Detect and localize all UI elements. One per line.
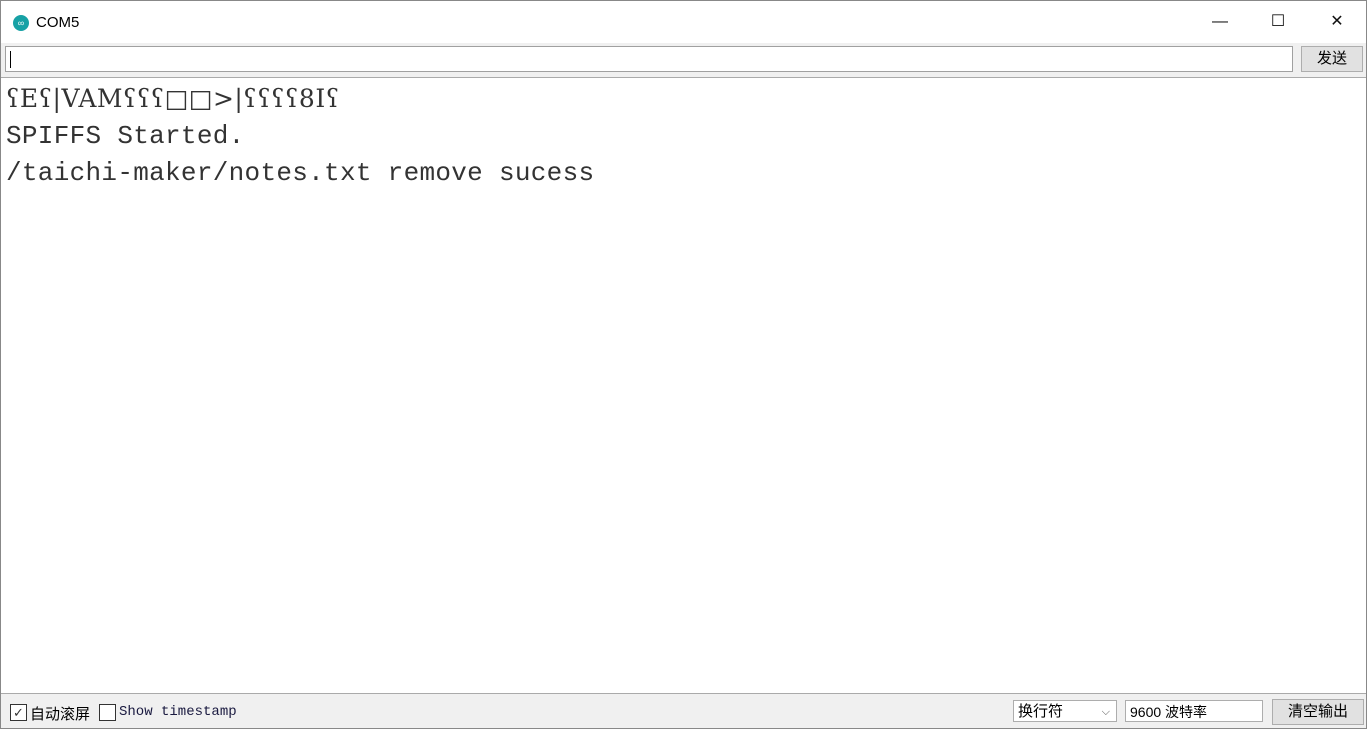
send-button[interactable]: 发送 xyxy=(1301,46,1363,72)
timestamp-label: Show timestamp xyxy=(119,704,237,720)
chevron-down-icon: ⌵ xyxy=(1101,706,1110,718)
serial-output[interactable]: ʕEʕ|VAMʕʕʕ□□>|ʕʕʕʕ8Iʕ SPIFFS Started. /t… xyxy=(1,77,1366,694)
title-bar: ∞ COM5 — ☐ ✕ xyxy=(1,1,1366,43)
timestamp-checkbox[interactable] xyxy=(99,704,116,721)
autoscroll-checkbox[interactable]: ✓ xyxy=(10,704,27,721)
serial-monitor-window: ∞ COM5 — ☐ ✕ 发送 ʕEʕ|VAMʕʕʕ□□>|ʕʕʕʕ8Iʕ SP… xyxy=(0,0,1367,729)
minimize-button[interactable]: — xyxy=(1197,5,1243,39)
baud-rate-select[interactable]: 9600 波特率 xyxy=(1125,700,1263,722)
clear-output-button[interactable]: 清空输出 xyxy=(1272,699,1364,725)
autoscroll-label: 自动滚屏 xyxy=(30,706,91,723)
line-ending-select[interactable]: 换行符 ⌵ xyxy=(1013,700,1117,722)
text-caret xyxy=(10,51,11,68)
close-button[interactable]: ✕ xyxy=(1314,5,1360,39)
line-ending-value: 换行符 xyxy=(1018,703,1064,720)
window-title: COM5 xyxy=(36,14,80,31)
maximize-button[interactable]: ☐ xyxy=(1255,5,1301,39)
send-row: 发送 xyxy=(1,43,1366,77)
output-line: /taichi-maker/notes.txt remove sucess xyxy=(6,158,595,188)
output-line: ʕEʕ|VAMʕʕʕ□□>|ʕʕʕʕ8Iʕ xyxy=(6,84,340,113)
arduino-icon: ∞ xyxy=(13,15,29,31)
send-input[interactable] xyxy=(5,46,1293,72)
bottom-toolbar: ✓ 自动滚屏 Show timestamp 换行符 ⌵ 9600 波特率 清空输… xyxy=(1,694,1366,728)
baud-rate-value: 9600 波特率 xyxy=(1130,704,1208,720)
output-line: SPIFFS Started. xyxy=(6,121,245,151)
